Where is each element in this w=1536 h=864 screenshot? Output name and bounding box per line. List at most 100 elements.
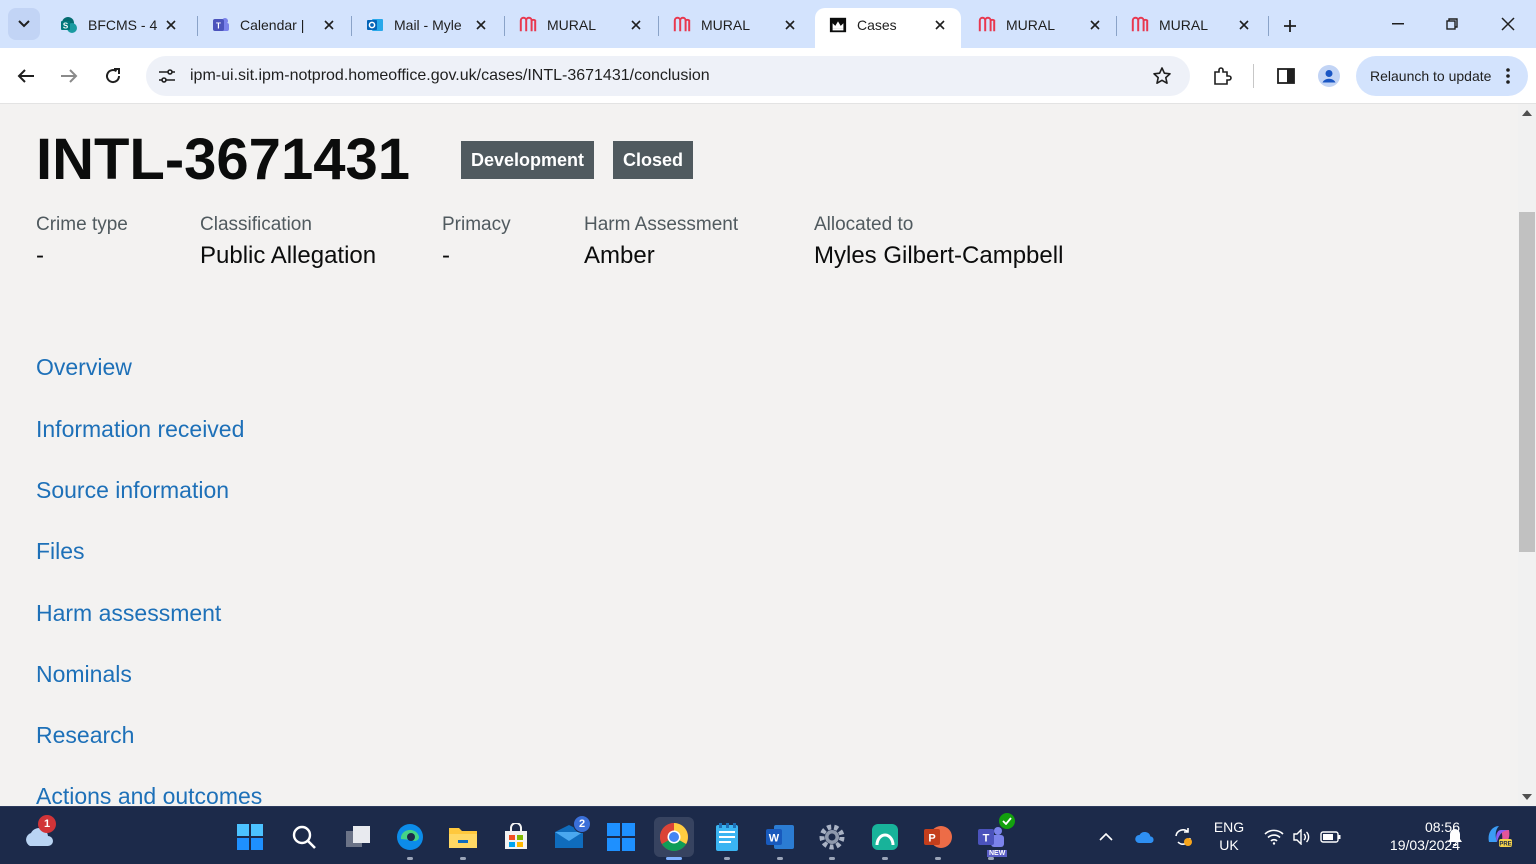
arrow-left-icon (17, 69, 34, 83)
wifi-icon[interactable] (1262, 825, 1286, 849)
close-icon[interactable] (320, 16, 338, 34)
mail-app[interactable]: 2 (549, 815, 591, 857)
browser-tab[interactable]: Mail - Myle (352, 8, 502, 42)
copilot-icon[interactable]: PRE (1484, 821, 1514, 851)
chevron-up-icon (1099, 833, 1113, 841)
running-indicator (935, 857, 941, 860)
close-icon[interactable] (162, 16, 180, 34)
site-settings-icon[interactable] (150, 59, 184, 93)
browser-tab[interactable]: MURAL (505, 8, 657, 42)
running-indicator (882, 857, 888, 860)
browser-tab[interactable]: MURAL (659, 8, 811, 42)
store-app[interactable] (496, 817, 536, 857)
more-vertical-icon[interactable] (1500, 66, 1516, 86)
nav-link-research[interactable]: Research (36, 722, 134, 749)
close-icon[interactable] (472, 16, 490, 34)
browser-tab-strip: S BFCMS - 4 T Calendar | Mail - Myle MUR… (0, 0, 1536, 48)
search-button[interactable] (284, 817, 324, 857)
summary-label: Crime type (36, 214, 128, 235)
summary-label: Primacy (442, 214, 511, 235)
restore-button[interactable] (1430, 10, 1474, 38)
file-explorer-app[interactable] (443, 817, 483, 860)
relaunch-to-update-button[interactable]: Relaunch to update (1356, 56, 1528, 96)
start-button[interactable] (230, 817, 270, 857)
status-tag-closed: Closed (613, 141, 694, 179)
windows-grid-icon (607, 823, 635, 851)
svg-text:W: W (769, 833, 780, 845)
bookmark-star-icon[interactable] (1144, 58, 1180, 94)
browser-tab[interactable]: T Calendar | (198, 8, 350, 42)
minimize-button[interactable] (1376, 10, 1420, 38)
relaunch-label: Relaunch to update (1370, 68, 1492, 84)
scrollbar-thumb[interactable] (1519, 212, 1535, 552)
close-icon[interactable] (931, 16, 949, 34)
tab-search-button[interactable] (8, 8, 40, 40)
close-window-button[interactable] (1486, 10, 1530, 38)
scroll-down-arrow-icon[interactable] (1522, 794, 1532, 800)
browser-tab[interactable]: MURAL (964, 8, 1116, 42)
browser-tab[interactable]: MURAL (1117, 8, 1265, 42)
notepad-app[interactable] (707, 817, 747, 860)
address-bar[interactable]: ipm-ui.sit.ipm-notprod.homeoffice.gov.uk… (146, 56, 1190, 96)
forward-button[interactable] (53, 60, 85, 92)
chrome-app[interactable] (654, 817, 694, 860)
onedrive-tray-icon[interactable] (1133, 825, 1157, 849)
extensions-button[interactable] (1206, 60, 1238, 92)
summary-value: - (36, 242, 44, 269)
browser-toolbar: ipm-ui.sit.ipm-notprod.homeoffice.gov.uk… (0, 48, 1536, 104)
scroll-up-arrow-icon[interactable] (1522, 110, 1532, 116)
volume-icon[interactable] (1290, 825, 1314, 849)
mural-icon (978, 16, 996, 34)
mural-icon (519, 16, 537, 34)
nav-link-actions-and-outcomes[interactable]: Actions and outcomes (36, 783, 262, 806)
profile-button[interactable] (1313, 60, 1345, 92)
battery-icon[interactable] (1319, 825, 1343, 849)
nav-link-source-information[interactable]: Source information (36, 477, 229, 504)
sync-tray-icon[interactable] (1171, 825, 1195, 849)
chrome-icon (660, 823, 688, 851)
app-launcher[interactable] (865, 817, 905, 860)
task-view-button[interactable] (338, 817, 378, 857)
close-icon[interactable] (781, 16, 799, 34)
reload-button[interactable] (97, 60, 129, 92)
summary-value: - (442, 242, 450, 269)
teams-app[interactable]: T NEW (971, 813, 1015, 860)
settings-app[interactable] (812, 817, 852, 860)
show-hidden-icons-button[interactable] (1094, 825, 1118, 849)
running-indicator (460, 857, 466, 860)
svg-text:S: S (63, 22, 69, 31)
windows-app[interactable] (601, 817, 641, 857)
input-language-indicator[interactable]: ENG UK (1208, 818, 1250, 854)
weather-badge: 1 (38, 815, 56, 833)
word-app[interactable]: W (760, 817, 800, 860)
running-indicator (829, 857, 835, 860)
search-icon (292, 825, 316, 849)
nav-link-files[interactable]: Files (36, 538, 85, 565)
close-icon[interactable] (1235, 16, 1253, 34)
edge-app[interactable] (390, 817, 430, 860)
page-scrollbar[interactable] (1518, 104, 1536, 806)
url-text[interactable]: ipm-ui.sit.ipm-notprod.homeoffice.gov.uk… (190, 67, 1144, 85)
browser-tab-active[interactable]: Cases (815, 8, 961, 48)
minimize-icon (1392, 23, 1404, 25)
nav-link-overview[interactable]: Overview (36, 354, 132, 381)
sharepoint-icon: S (60, 16, 78, 34)
notifications-bell-icon[interactable] (1443, 825, 1467, 849)
close-icon[interactable] (627, 16, 645, 34)
tab-title: Cases (857, 17, 897, 33)
browser-tab[interactable]: S BFCMS - 4 (46, 8, 192, 42)
close-icon[interactable] (1086, 16, 1104, 34)
running-indicator (724, 857, 730, 860)
nav-link-information-received[interactable]: Information received (36, 416, 244, 443)
side-panel-button[interactable] (1270, 60, 1302, 92)
outlook-icon (366, 16, 384, 34)
windows-logo-icon (237, 824, 263, 850)
nav-link-nominals[interactable]: Nominals (36, 661, 132, 688)
weather-widget[interactable]: 1 (18, 815, 58, 857)
new-tab-button[interactable] (1276, 12, 1304, 40)
arch-app-icon (872, 824, 898, 850)
summary-classification: Classification Public Allegation (200, 214, 376, 270)
nav-link-harm-assessment[interactable]: Harm assessment (36, 600, 221, 627)
powerpoint-app[interactable]: P (918, 817, 958, 860)
back-button[interactable] (10, 60, 42, 92)
